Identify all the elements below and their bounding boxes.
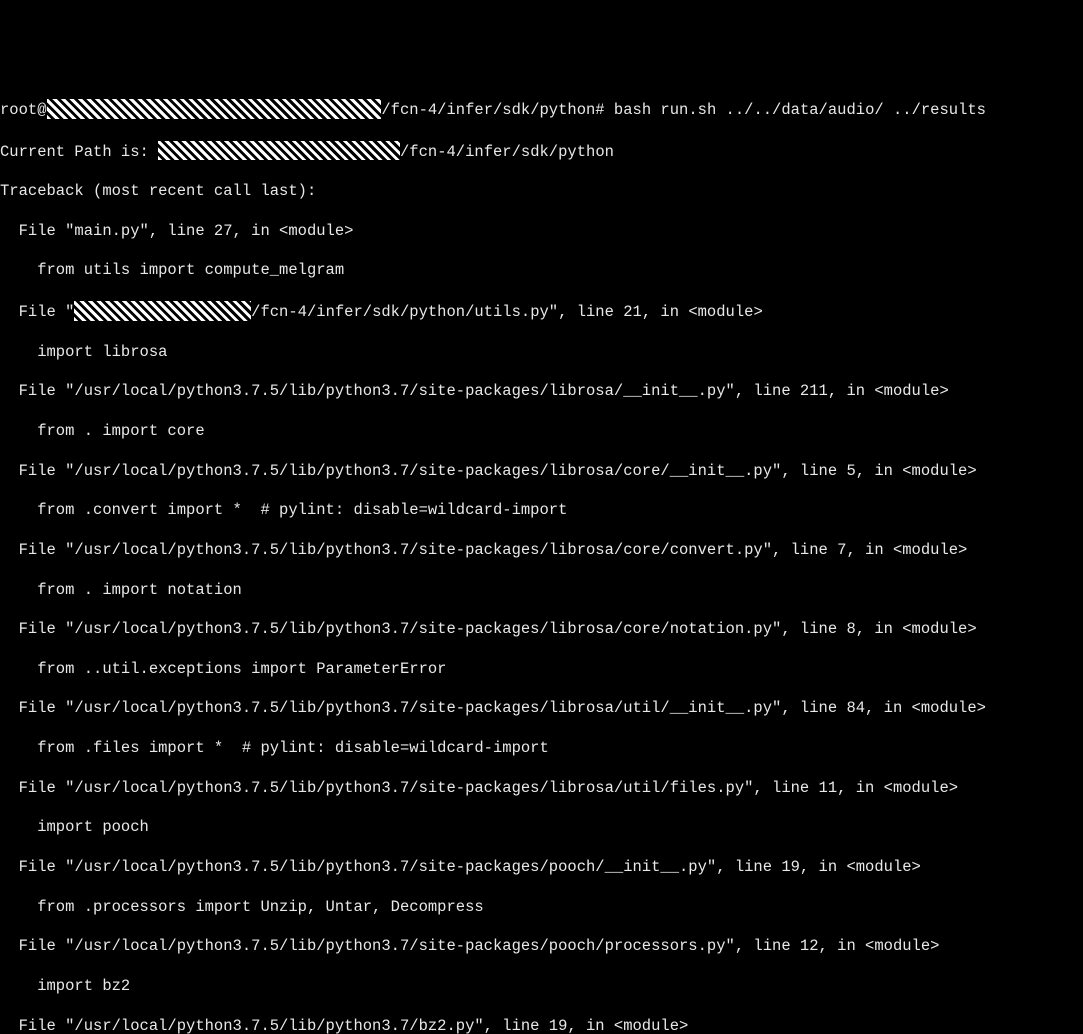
frame-file: File "main.py", line 27, in <module> [0,222,1083,242]
current-path-label: Current Path is: [0,142,158,160]
prompt-user: root@ [0,101,47,119]
frame-code: from . import core [0,422,1083,442]
redacted-host: XXXXXXXXXXXXXXXXXXXXXXXXXXXXXXXXXXXX [47,99,382,119]
frame-code: import pooch [0,818,1083,838]
frame-file: File "/usr/local/python3.7.5/lib/python3… [0,858,1083,878]
frame-code: from .convert import * # pylint: disable… [0,501,1083,521]
traceback-header: Traceback (most recent call last): [0,182,1083,202]
frame-file: File "/usr/local/python3.7.5/lib/python3… [0,779,1083,799]
entered-command[interactable]: bash run.sh ../../data/audio/ ../results [605,101,986,119]
current-path-line: Current Path is: XXXXXXXXXXXXXXXXXXXXXXX… [0,141,1083,163]
frame-code: from utils import compute_melgram [0,261,1083,281]
frame-code: import bz2 [0,977,1083,997]
frame-file: File "/usr/local/python3.7.5/lib/python3… [0,937,1083,957]
frame-file: File "/usr/local/python3.7.5/lib/python3… [0,382,1083,402]
prompt-path: /fcn-4/infer/sdk/python# [381,101,604,119]
current-path-value: /fcn-4/infer/sdk/python [400,142,614,160]
frame-code: from .processors import Unzip, Untar, De… [0,898,1083,918]
terminal-output: root@XXXXXXXXXXXXXXXXXXXXXXXXXXXXXXXXXXX… [0,79,1083,1034]
frame-code: from . import notation [0,581,1083,601]
frame-code: from ..util.exceptions import ParameterE… [0,660,1083,680]
frame-file: File "XXXXXXXXXXXXXXXXXXX/fcn-4/infer/sd… [0,301,1083,323]
frame-file: File "/usr/local/python3.7.5/lib/python3… [0,1017,1083,1034]
prompt-line: root@XXXXXXXXXXXXXXXXXXXXXXXXXXXXXXXXXXX… [0,99,1083,121]
redacted-path-inline: XXXXXXXXXXXXXXXXXXX [74,301,251,321]
redacted-path: XXXXXXXXXXXXXXXXXXXXXXXXXX [158,141,400,161]
frame-code: from .files import * # pylint: disable=w… [0,739,1083,759]
frame-file: File "/usr/local/python3.7.5/lib/python3… [0,462,1083,482]
frame-code: import librosa [0,343,1083,363]
frame-file: File "/usr/local/python3.7.5/lib/python3… [0,541,1083,561]
frame-file: File "/usr/local/python3.7.5/lib/python3… [0,699,1083,719]
frame-file: File "/usr/local/python3.7.5/lib/python3… [0,620,1083,640]
